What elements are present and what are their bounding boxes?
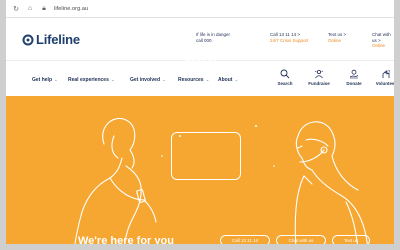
nav-item-label: About (218, 77, 233, 83)
nav-item-label: Real experiences (68, 77, 109, 83)
nav-item-real-experiences[interactable]: Real experiences ⌄ (68, 77, 115, 83)
reload-icon[interactable]: ↻ (12, 5, 20, 13)
danger-notice: If life is in danger call 000 (196, 32, 230, 43)
home-icon[interactable]: ⌂ (26, 5, 34, 13)
fundraise-button[interactable]: Fundraise (306, 69, 332, 86)
volunteer-label: Volunteer (375, 81, 397, 86)
nav-item-resources[interactable]: Resources ⌄ (178, 77, 209, 83)
chevron-down-icon: ⌄ (234, 77, 239, 82)
main-nav: Get help ⌄ Real experiences ⌄ Get involved… (6, 60, 394, 96)
call-link[interactable]: Call 13 11 14 > 24/7 Crisis Support (270, 32, 308, 43)
chevron-down-icon: ⌄ (162, 77, 166, 82)
chevron-down-icon: ⌄ (205, 77, 210, 82)
chat-line1: Chat with us > (372, 32, 391, 43)
fundraise-icon (314, 69, 324, 79)
chevron-down-icon: ⌄ (110, 77, 115, 82)
chevron-down-icon: ⌄ (54, 77, 58, 82)
chat-button[interactable]: Chat with us (276, 235, 326, 244)
nav-item-get-help[interactable]: Get help ⌄ (32, 77, 58, 83)
text-link[interactable]: Text us > Online (328, 32, 346, 43)
nav-item-label: Get help (32, 77, 53, 83)
danger-line2: call 000 (196, 37, 212, 43)
lifeline-logo[interactable]: Lifeline (22, 32, 80, 47)
call-line2: 24/7 Crisis Support (270, 37, 309, 43)
text-line2: Online (328, 37, 342, 43)
nav-item-about[interactable]: About ⌄ (218, 77, 238, 83)
browser-window: ↻ ⌂ 🔒︎ lifeline.org.au Lifeline If life … (0, 0, 400, 250)
donate-label: Donate (346, 81, 362, 86)
nav-item-get-involved[interactable]: Get involved ⌄ (130, 77, 166, 83)
hero-banner (6, 96, 394, 244)
address-bar[interactable]: lifeline.org.au (54, 6, 88, 12)
search-button[interactable]: Search (272, 69, 298, 86)
nav-item-label: Get involved (130, 77, 161, 83)
text-button[interactable]: Text us (332, 235, 370, 244)
hero-tagline: We're here for you (78, 235, 174, 247)
donate-icon (349, 69, 359, 79)
danger-line1: If life is in danger (196, 32, 231, 37)
search-icon (280, 69, 290, 79)
donate-button[interactable]: Donate (341, 69, 367, 86)
lifeline-logo-icon (22, 34, 34, 45)
text-line1: Text us > (328, 32, 347, 37)
volunteer-button[interactable]: Volunteer (373, 69, 397, 86)
nav-item-label: Resources (178, 77, 204, 83)
lock-icon: 🔒︎ (42, 4, 46, 12)
chat-line2: Online (372, 43, 386, 48)
bubble-text: Want to talk about it? (184, 46, 230, 65)
logo-text: Lifeline (36, 32, 80, 47)
browser-toolbar: ↻ ⌂ 🔒︎ lifeline.org.au (6, 0, 394, 18)
chat-link[interactable]: Chat with us > Online (372, 32, 394, 49)
speech-bubble (171, 132, 241, 180)
call-button[interactable]: Call 13 11 14 (220, 235, 270, 244)
search-label: Search (277, 81, 293, 86)
volunteer-icon (382, 69, 391, 78)
fundraise-label: Fundraise (308, 81, 330, 86)
